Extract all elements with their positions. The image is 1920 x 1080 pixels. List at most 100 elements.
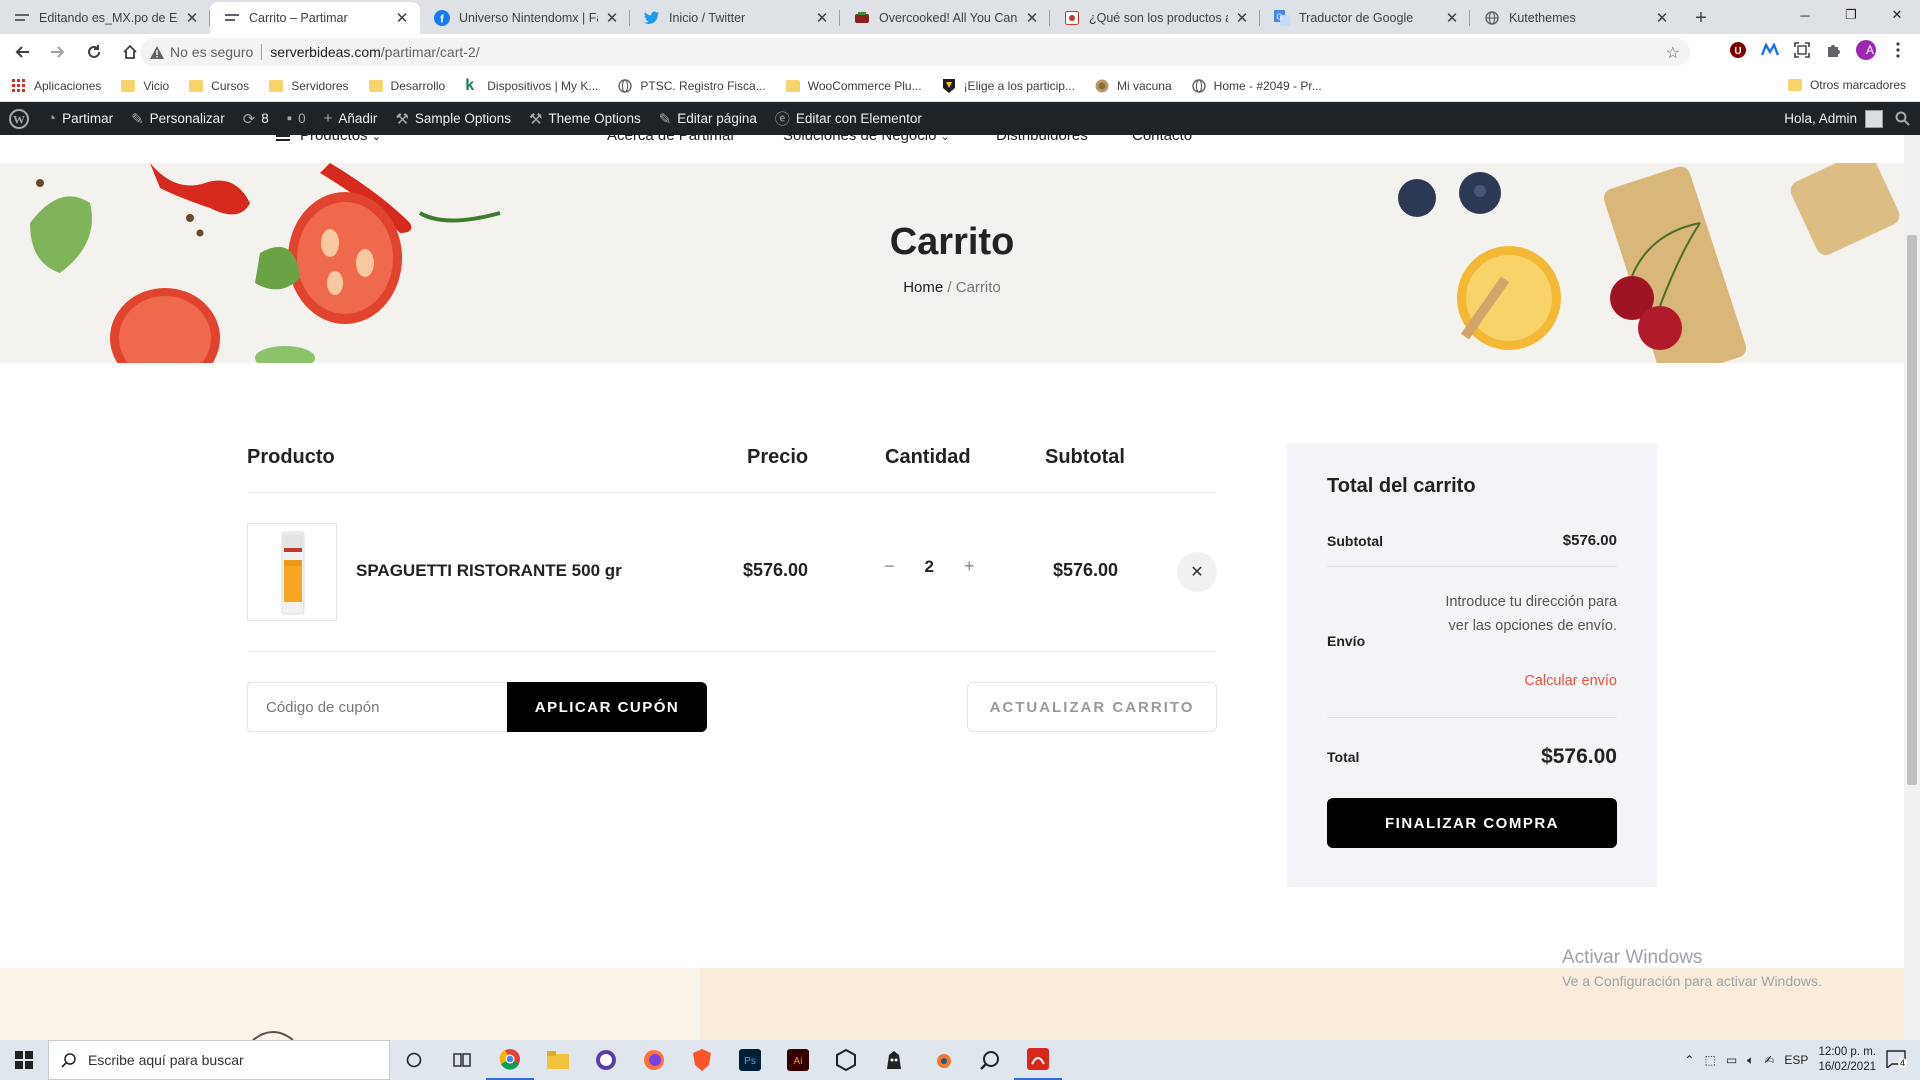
- tab-close-icon[interactable]: ✕: [1024, 10, 1040, 27]
- minimize-icon[interactable]: ─: [1782, 0, 1828, 30]
- forward-arrow-icon[interactable]: [44, 38, 72, 66]
- browser-tab[interactable]: G Traductor de Google ✕: [1260, 2, 1470, 34]
- tray-expand-icon[interactable]: ⌃: [1684, 1053, 1694, 1067]
- chrome-icon[interactable]: [486, 1040, 534, 1080]
- wp-elementor[interactable]: ⓔ Editar con Elementor: [766, 102, 931, 135]
- wp-site-name[interactable]: ◔ Partimar: [38, 102, 122, 135]
- new-tab-button[interactable]: +: [1686, 2, 1716, 34]
- bookmark-folder[interactable]: Vicio: [121, 79, 169, 93]
- back-arrow-icon[interactable]: [8, 38, 36, 66]
- restore-icon[interactable]: ❐: [1828, 0, 1874, 30]
- increase-quantity-button[interactable]: +: [964, 556, 975, 577]
- wp-account[interactable]: Hola, Admin: [1784, 109, 1883, 128]
- bookmark-link[interactable]: ¡Elige a los particip...: [942, 78, 1075, 93]
- bookmark-link[interactable]: PTSC. Registro Fisca...: [618, 79, 766, 93]
- tab-close-icon[interactable]: ✕: [1444, 10, 1460, 27]
- wp-search-icon[interactable]: [1895, 111, 1910, 126]
- nav-distributors[interactable]: Distribuidores: [996, 135, 1088, 144]
- update-cart-button[interactable]: ACTUALIZAR CARRITO: [967, 682, 1217, 732]
- tab-close-icon[interactable]: ✕: [1234, 10, 1250, 27]
- product-thumbnail[interactable]: [247, 523, 337, 621]
- nav-solutions[interactable]: Soluciones de Negocio ⌄: [783, 135, 950, 144]
- file-explorer-icon[interactable]: [534, 1040, 582, 1080]
- notifications-button[interactable]: 4: [1886, 1050, 1910, 1070]
- browser-tab[interactable]: ¿Qué son los productos agr ✕: [1050, 2, 1260, 34]
- browser-tab[interactable]: Inicio / Twitter ✕: [630, 2, 840, 34]
- volume-icon[interactable]: 🔈︎: [1747, 1053, 1754, 1068]
- quantity-value[interactable]: 2: [925, 557, 934, 577]
- bookmark-folder[interactable]: Cursos: [189, 79, 249, 93]
- wp-sample-options[interactable]: ⚒ Sample Options: [386, 102, 520, 135]
- checkout-button[interactable]: FINALIZAR COMPRA: [1327, 798, 1617, 848]
- browser-tab[interactable]: Kutethemes ✕: [1470, 2, 1680, 34]
- bookmark-link[interactable]: k Dispositivos | My K...: [465, 77, 598, 93]
- search-app-icon[interactable]: [966, 1040, 1014, 1080]
- scrollbar-thumb[interactable]: [1907, 235, 1917, 785]
- wp-new[interactable]: + Añadir: [315, 102, 387, 135]
- tab-close-icon[interactable]: ✕: [1654, 10, 1670, 27]
- calculate-shipping-link[interactable]: Calcular envío: [1524, 673, 1617, 689]
- tab-close-icon[interactable]: ✕: [604, 10, 620, 27]
- nav-about[interactable]: Acerca de Partimar: [607, 135, 735, 144]
- wp-theme-options[interactable]: ⚒ Theme Options: [520, 102, 650, 135]
- wp-edit-page[interactable]: ✎ Editar página: [650, 102, 766, 135]
- other-bookmarks[interactable]: Otros marcadores: [1787, 78, 1906, 92]
- bookmark-link[interactable]: Home - #2049 - Pr...: [1191, 79, 1322, 93]
- warning-icon[interactable]: [150, 45, 164, 59]
- taskbar-search-input[interactable]: Escribe aquí para buscar: [48, 1040, 390, 1080]
- wordpress-logo-icon[interactable]: W: [0, 102, 38, 135]
- screenshot-icon[interactable]: [1792, 40, 1812, 60]
- windows-start-icon[interactable]: [0, 1040, 48, 1080]
- github-desktop-icon[interactable]: [582, 1040, 630, 1080]
- bookmark-folder[interactable]: Desarrollo: [368, 79, 445, 93]
- tab-close-icon[interactable]: ✕: [394, 10, 410, 27]
- illustrator-icon[interactable]: Ai: [774, 1040, 822, 1080]
- task-view-icon[interactable]: [438, 1040, 486, 1080]
- nav-contact[interactable]: Contacto: [1132, 135, 1192, 144]
- breadcrumb-home[interactable]: Home: [903, 279, 943, 296]
- nav-products[interactable]: Productos ⌄: [276, 135, 381, 144]
- product-name[interactable]: SPAGUETTI RISTORANTE 500 gr: [356, 561, 622, 581]
- reload-icon[interactable]: [80, 38, 108, 66]
- menu-dots-icon[interactable]: [1888, 40, 1908, 60]
- wp-admin-bar: W ◔ Partimar ✎ Personalizar ⟳ 8 ▪ 0 + Añadir …: [0, 102, 1920, 135]
- pen-icon[interactable]: ✍︎: [1764, 1053, 1774, 1067]
- ublock-icon[interactable]: U: [1728, 40, 1748, 60]
- decrease-quantity-button[interactable]: −: [884, 556, 895, 577]
- clock[interactable]: 12:00 p. m. 16/02/2021: [1818, 1045, 1876, 1075]
- network-icon[interactable]: ▭: [1726, 1053, 1737, 1067]
- language-indicator[interactable]: ESP: [1784, 1053, 1808, 1067]
- acrobat-icon[interactable]: [1014, 1040, 1062, 1080]
- extension-m-icon[interactable]: [1760, 40, 1780, 60]
- coupon-code-input[interactable]: Código de cupón: [247, 682, 509, 732]
- app-hat-icon[interactable]: [870, 1040, 918, 1080]
- browser-tab[interactable]: Overcooked! All You Can Ea ✕: [840, 2, 1050, 34]
- bookmark-star-icon[interactable]: ☆: [1666, 43, 1680, 63]
- browser-tab[interactable]: Editando es_MX.po de Ecot ✕: [0, 2, 210, 34]
- firefox-icon[interactable]: [630, 1040, 678, 1080]
- brave-icon[interactable]: [678, 1040, 726, 1080]
- blender-icon[interactable]: [918, 1040, 966, 1080]
- cortana-icon[interactable]: [390, 1040, 438, 1080]
- close-window-icon[interactable]: ✕: [1874, 0, 1920, 30]
- apply-coupon-button[interactable]: APLICAR CUPÓN: [507, 682, 707, 732]
- tab-close-icon[interactable]: ✕: [814, 10, 830, 27]
- bookmark-folder[interactable]: Servidores: [269, 79, 349, 93]
- unity-icon[interactable]: [822, 1040, 870, 1080]
- browser-tab[interactable]: f Universo Nintendomx | Face ✕: [420, 2, 630, 34]
- tab-close-icon[interactable]: ✕: [184, 10, 200, 27]
- wp-customize[interactable]: ✎ Personalizar: [122, 102, 234, 135]
- page-scrollbar[interactable]: [1904, 135, 1920, 1040]
- security-label[interactable]: No es seguro: [170, 44, 253, 60]
- bookmark-apps[interactable]: Aplicaciones: [12, 78, 101, 93]
- remove-item-button[interactable]: ✕: [1177, 552, 1217, 592]
- bookmark-link[interactable]: Mi vacuna: [1095, 79, 1172, 93]
- meet-now-icon[interactable]: ⬚: [1704, 1053, 1715, 1067]
- wp-comments[interactable]: ▪ 0: [278, 102, 315, 135]
- wp-updates[interactable]: ⟳ 8: [234, 102, 278, 135]
- photoshop-icon[interactable]: Ps: [726, 1040, 774, 1080]
- browser-tab-active[interactable]: Carrito – Partimar ✕: [210, 2, 420, 34]
- puzzle-icon[interactable]: [1824, 40, 1844, 60]
- bookmark-folder[interactable]: WooCommerce Plu...: [785, 79, 922, 93]
- address-bar[interactable]: No es seguro serverbideas.com/partimar/c…: [140, 38, 1690, 66]
